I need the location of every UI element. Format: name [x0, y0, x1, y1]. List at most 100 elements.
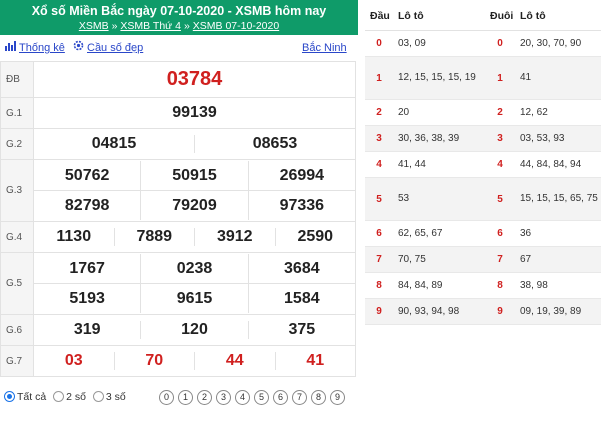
dau-digit: 6 [365, 220, 393, 247]
duoi-digit: 1 [485, 56, 515, 100]
digit-button-8[interactable]: 8 [311, 390, 326, 405]
cau-so-link[interactable]: Cầu số đẹp [73, 35, 143, 61]
duoi-values: 36 [515, 220, 601, 247]
dau-values: 20 [393, 99, 485, 126]
digit-button-1[interactable]: 1 [178, 390, 193, 405]
special-prize: 03784 [33, 61, 356, 98]
filter-label: 2 số [66, 391, 86, 403]
thong-ke-label: Thống kê [19, 42, 65, 54]
dau-digit: 2 [365, 99, 393, 126]
loto-row: 3 30, 36, 38, 39 3 03, 53, 93 [365, 125, 601, 152]
dau-digit: 8 [365, 272, 393, 299]
duoi-values: 38, 98 [515, 272, 601, 299]
loto-row: 8 84, 84, 89 8 38, 98 [365, 272, 601, 299]
prize-number: 79209 [140, 191, 247, 220]
results-panel: Xổ số Miền Bắc ngày 07-10-2020 - XSMB hô… [0, 0, 358, 423]
prize-number: 375 [247, 321, 355, 339]
loto-row: 6 62, 65, 67 6 36 [365, 220, 601, 247]
prize-number: 120 [140, 321, 247, 339]
prize-number: 2590 [274, 228, 356, 246]
header-loto: Lô tô [515, 2, 601, 31]
duoi-digit: 5 [485, 177, 515, 221]
filter-3so-radio[interactable]: 3 số [89, 390, 126, 403]
prize-number: 3912 [194, 228, 275, 246]
duoi-digit: 6 [485, 220, 515, 247]
header-loto: Lô tô [393, 2, 485, 31]
loto-row: 5 53 5 15, 15, 15, 65, 75 [365, 177, 601, 221]
prize-number: 9615 [140, 284, 247, 313]
loto-table: Đầu Lô tô Đuôi Lô tô 0 03, 09 0 20, 30, 70,… [365, 2, 601, 325]
dau-digit: 5 [365, 177, 393, 221]
bar-chart-icon [5, 35, 16, 61]
duoi-values: 12, 62 [515, 99, 601, 126]
loto-panel: Đầu Lô tô Đuôi Lô tô 0 03, 09 0 20, 30, 70,… [365, 2, 604, 325]
prize-label: ĐB [0, 61, 34, 98]
prize-number: 03 [64, 352, 83, 369]
loto-header-row: Đầu Lô tô Đuôi Lô tô [365, 2, 601, 31]
filter-2so-radio[interactable]: 2 số [49, 390, 86, 403]
duoi-values: 44, 84, 84, 94 [515, 151, 601, 178]
breadcrumb-xsmb-date[interactable]: XSMB 07-10-2020 [193, 20, 279, 32]
breadcrumb-xsmb-thu4[interactable]: XSMB Thứ 4 [120, 20, 181, 32]
duoi-digit: 8 [485, 272, 515, 299]
dau-values: 53 [393, 177, 485, 221]
prize-number: 1130 [56, 228, 92, 245]
row-g1: G.1 99139 [0, 97, 356, 129]
prize-number: 99139 [33, 97, 356, 129]
prize-label: G.7 [0, 345, 34, 377]
prize-label: G.2 [0, 128, 34, 160]
header-duoi: Đuôi [485, 2, 515, 31]
row-g6: G.6 319 120 375 [0, 314, 356, 346]
prize-label: G.3 [0, 159, 34, 222]
prize-number: 1767 [69, 260, 105, 277]
radio-icon [53, 390, 65, 402]
duoi-values: 15, 15, 15, 65, 75 [515, 177, 601, 221]
dau-digit: 9 [365, 298, 393, 325]
prize-number: 1584 [247, 284, 355, 313]
filter-all-radio[interactable]: Tất cả [0, 390, 47, 403]
digit-button-0[interactable]: 0 [159, 390, 174, 405]
dau-values: 90, 93, 94, 98 [393, 298, 485, 325]
loto-row: 7 70, 75 7 67 [365, 246, 601, 273]
dau-values: 12, 15, 15, 15, 19 [393, 56, 485, 100]
row-g3: G.3 50762 50915 26994 82798 79209 97336 [0, 159, 356, 222]
prize-number: 82798 [64, 197, 110, 214]
thong-ke-link[interactable]: Thống kê [5, 35, 65, 61]
digit-button-4[interactable]: 4 [235, 390, 250, 405]
digit-button-6[interactable]: 6 [273, 390, 288, 405]
prize-label: G.1 [0, 97, 34, 129]
digit-button-3[interactable]: 3 [216, 390, 231, 405]
prize-number: 3684 [247, 254, 355, 283]
dau-values: 03, 09 [393, 30, 485, 57]
dau-digit: 0 [365, 30, 393, 57]
prize-number: 50762 [64, 167, 110, 184]
duoi-values: 03, 53, 93 [515, 125, 601, 152]
digit-button-5[interactable]: 5 [254, 390, 269, 405]
prize-number: 319 [73, 321, 101, 338]
digit-button-2[interactable]: 2 [197, 390, 212, 405]
results-header: Xổ số Miền Bắc ngày 07-10-2020 - XSMB hô… [0, 0, 358, 35]
dau-digit: 3 [365, 125, 393, 152]
row-g5: G.5 1767 0238 3684 5193 9615 1584 [0, 252, 356, 315]
digit-button-7[interactable]: 7 [292, 390, 307, 405]
prize-number: 04815 [91, 135, 137, 152]
breadcrumb: XSMB» XSMB Thứ 4» XSMB 07-10-2020 [0, 20, 358, 33]
loto-row: 9 90, 93, 94, 98 9 09, 19, 39, 89 [365, 298, 601, 325]
breadcrumb-xsmb[interactable]: XSMB [79, 20, 109, 32]
row-g2: G.2 04815 08653 [0, 128, 356, 160]
page-title: Xổ số Miền Bắc ngày 07-10-2020 - XSMB hô… [31, 4, 327, 18]
prize-number: 0238 [140, 254, 247, 283]
dau-values: 30, 36, 38, 39 [393, 125, 485, 152]
prize-number: 97336 [247, 191, 355, 220]
dau-digit: 4 [365, 151, 393, 178]
digit-button-9[interactable]: 9 [330, 390, 345, 405]
region-link[interactable]: Bắc Ninh [302, 35, 347, 61]
row-g4: G.4 1130 7889 3912 2590 [0, 221, 356, 253]
filter-label: Tất cả [17, 391, 47, 403]
radio-selected-icon [4, 390, 15, 402]
prize-number: 26994 [247, 161, 355, 190]
duoi-digit: 0 [485, 30, 515, 57]
duoi-values: 09, 19, 39, 89 [515, 298, 601, 325]
row-db: ĐB 03784 [0, 61, 356, 98]
loto-row: 2 20 2 12, 62 [365, 99, 601, 126]
